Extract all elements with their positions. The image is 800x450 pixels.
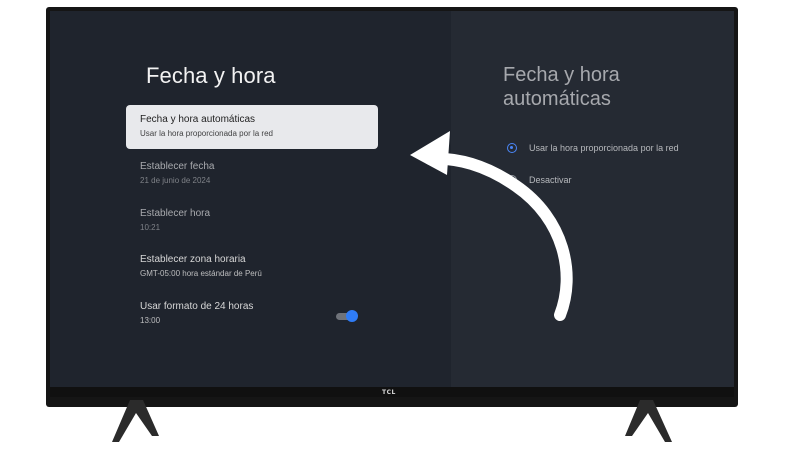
tv-stand-left — [112, 400, 159, 442]
right-panel-title: Fecha y hora automáticas — [503, 64, 620, 110]
tv-stand-right — [625, 400, 672, 442]
tv-screen: Fecha y hora Fecha y hora automáticas Us… — [50, 11, 734, 397]
menu-item-secondary: Usar la hora proporcionada por la red — [140, 129, 273, 138]
tv-brand-logo: TCL — [382, 389, 396, 396]
menu-item-set-date[interactable]: Establecer fecha 21 de junio de 2024 — [126, 152, 378, 196]
menu-item-primary: Establecer fecha — [140, 161, 215, 172]
menu-item-secondary: 21 de junio de 2024 — [140, 176, 211, 185]
menu-item-secondary: 13:00 — [140, 316, 161, 325]
menu-item-set-timezone[interactable]: Establecer zona horaria GMT-05:00 hora e… — [126, 245, 378, 289]
curved-arrow-icon — [410, 131, 573, 321]
menu-item-secondary: GMT-05:00 hora estándar de Perú — [140, 269, 262, 278]
menu-item-auto-date-time[interactable]: Fecha y hora automáticas Usar la hora pr… — [126, 105, 378, 149]
menu-item-primary: Establecer hora — [140, 208, 211, 219]
menu-item-set-time[interactable]: Establecer hora 10:21 — [126, 199, 378, 243]
tv-bottom-bezel: TCL — [50, 387, 734, 397]
menu-item-primary: Fecha y hora automáticas — [140, 114, 256, 125]
menu-item-secondary: 10:21 — [140, 223, 161, 232]
menu-item-primary: Establecer zona horaria — [140, 254, 246, 265]
menu-item-primary: Usar formato de 24 horas — [140, 301, 254, 312]
toggle-on-icon[interactable] — [334, 310, 358, 322]
page-title: Fecha y hora — [146, 63, 276, 88]
tv-frame: Fecha y hora Fecha y hora automáticas Us… — [46, 7, 738, 407]
toggle-knob — [346, 310, 358, 322]
